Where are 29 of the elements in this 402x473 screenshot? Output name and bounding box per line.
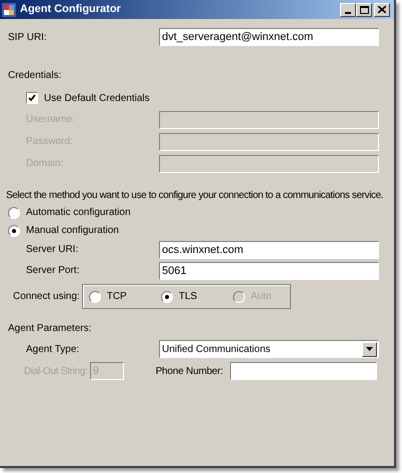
maximize-button[interactable]: [356, 2, 372, 16]
section-heading: Agent Parameters:: [8, 322, 92, 336]
phone-number-field[interactable]: [230, 362, 377, 380]
radio-option[interactable]: Automatic configuration: [8, 205, 131, 220]
radio-option[interactable]: TCP: [88, 289, 161, 304]
dropdown-arrow-icon: [366, 347, 373, 351]
close-icon: [378, 6, 386, 13]
section-heading: Credentials:: [8, 68, 62, 82]
minimize-icon: [345, 12, 351, 14]
field-label: Server Port:: [26, 264, 80, 278]
sip-uri-field[interactable]: dvt_serveragent@winxnet.com: [159, 28, 379, 46]
field-label: Phone Number:: [156, 364, 224, 378]
field-label: Server URI:: [26, 243, 80, 257]
app-icon: [2, 2, 16, 16]
field-label: Agent Type:: [26, 342, 80, 356]
server-field[interactable]: 5061: [159, 262, 379, 280]
close-button[interactable]: [374, 2, 390, 16]
check-icon: [28, 94, 36, 102]
maximize-icon: [360, 6, 368, 14]
field-label: Connect using:: [13, 290, 80, 304]
window-title: Agent Configurator: [20, 2, 121, 18]
field-label: SIP URI:: [8, 30, 48, 44]
agent-type-dropdown[interactable]: Unified Communications: [159, 340, 379, 358]
instruction-text: Select the method you want to use to configure your connection to a communications service.: [6, 188, 384, 202]
radio-option[interactable]: TLS: [160, 289, 233, 304]
server-field[interactable]: ocs.winxnet.com: [159, 240, 379, 258]
radio-option[interactable]: Manual configuration: [8, 223, 119, 238]
use-default-checkbox[interactable]: Use Default Credentials: [26, 90, 150, 106]
minimize-button[interactable]: [340, 2, 356, 16]
